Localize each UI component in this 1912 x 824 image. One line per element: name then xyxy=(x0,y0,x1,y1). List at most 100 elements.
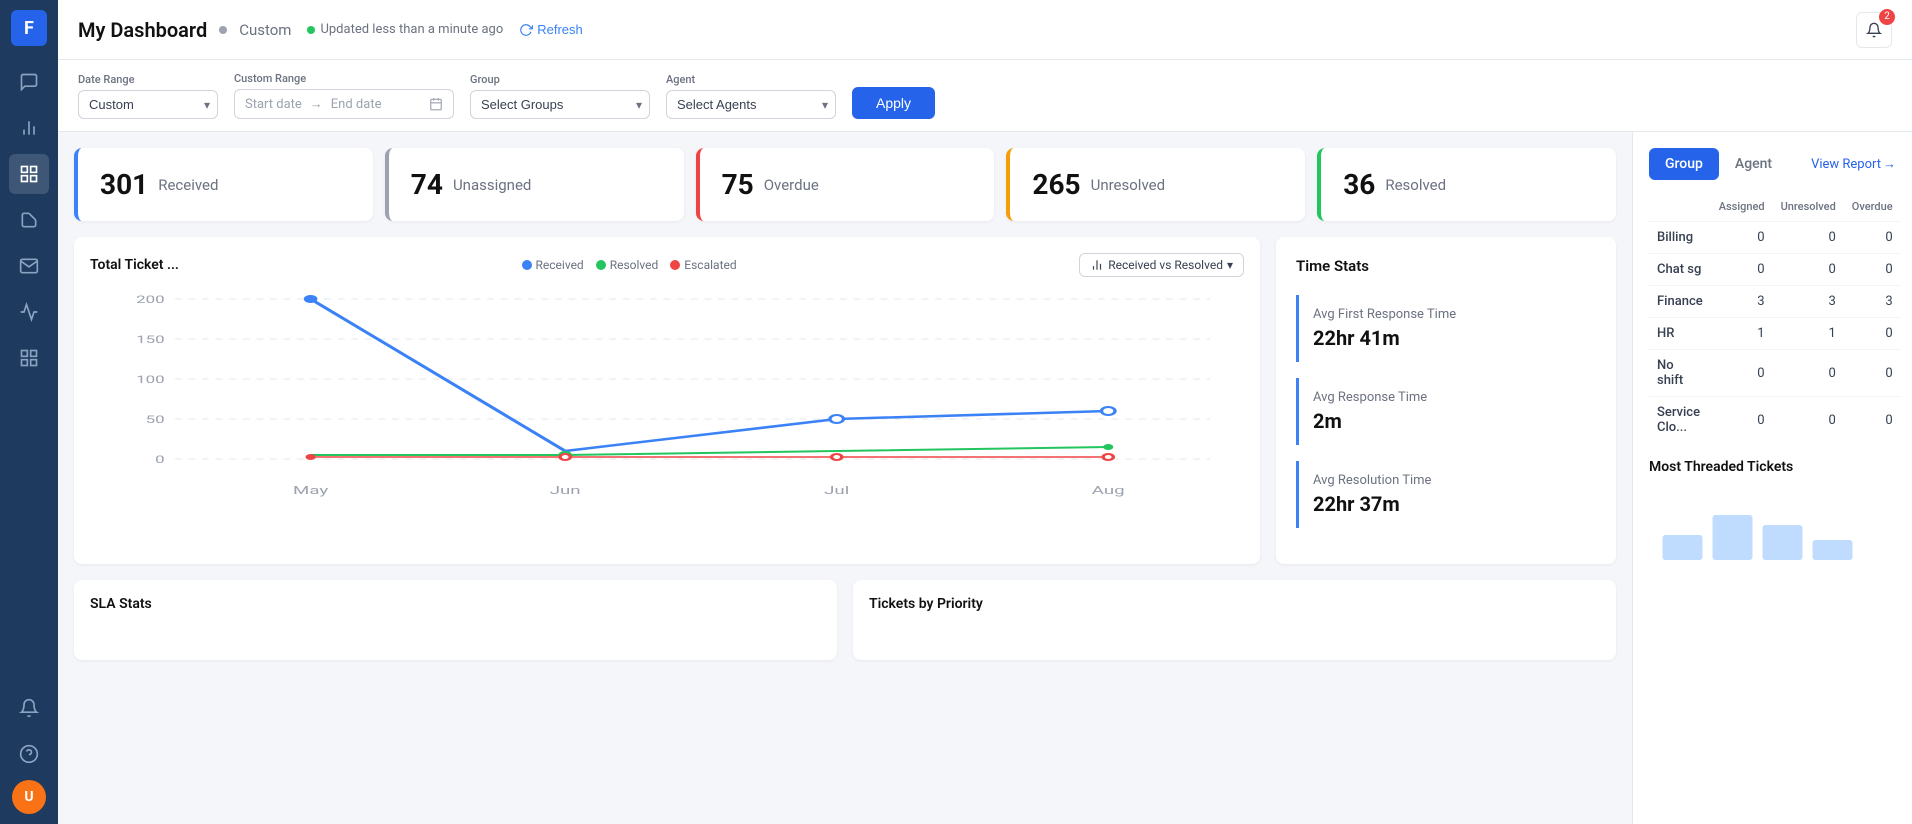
chart-dropdown[interactable]: Received vs Resolved ▾ xyxy=(1079,253,1244,277)
row-overdue-5: 0 xyxy=(1844,397,1901,444)
right-panel: Group Agent View Report → Assigned Unres… xyxy=(1632,132,1912,824)
legend-received-dot xyxy=(522,260,532,270)
avg-first-response-label: Avg First Response Time xyxy=(1313,307,1596,322)
row-assigned-5: 0 xyxy=(1711,397,1773,444)
stat-received: 301 Received xyxy=(74,148,373,221)
charts-row: Total Ticket ... Received Resolved xyxy=(74,237,1616,564)
stat-unresolved-number: 265 xyxy=(1032,168,1080,201)
sidebar: F U xyxy=(0,0,58,824)
sidebar-item-analytics[interactable] xyxy=(9,292,49,332)
sla-stats-card: SLA Stats xyxy=(74,580,837,660)
filter-bar: Date Range Custom Today This Week This M… xyxy=(58,60,1912,132)
sidebar-item-help[interactable] xyxy=(9,734,49,774)
row-overdue-2: 3 xyxy=(1844,286,1901,318)
date-range-input[interactable]: Start date → End date xyxy=(234,89,454,119)
stat-unassigned-label: Unassigned xyxy=(453,176,531,194)
avg-response-value: 2m xyxy=(1313,409,1596,433)
app-logo[interactable]: F xyxy=(11,10,47,46)
svg-text:Jun: Jun xyxy=(550,484,581,497)
avg-resolution-value: 22hr 37m xyxy=(1313,492,1596,516)
stat-overdue-label: Overdue xyxy=(764,176,819,194)
avg-first-response-value: 22hr 41m xyxy=(1313,326,1596,350)
chart-title: Total Ticket ... xyxy=(90,257,179,273)
row-unresolved-2: 3 xyxy=(1773,286,1844,318)
avg-resolution-label: Avg Resolution Time xyxy=(1313,473,1596,488)
chart-svg-area: 200 150 100 50 0 May Jun Jul Aug xyxy=(90,289,1244,513)
view-report-link[interactable]: View Report → xyxy=(1811,156,1896,172)
most-threaded-title: Most Threaded Tickets xyxy=(1649,459,1896,475)
avg-response-label: Avg Response Time xyxy=(1313,390,1596,405)
table-row: Chat sg 0 0 0 xyxy=(1649,254,1901,286)
table-header-row: Assigned Unresolved Overdue xyxy=(1649,196,1901,222)
tab-group[interactable]: Group xyxy=(1649,148,1719,180)
legend-escalated-dot xyxy=(670,260,680,270)
svg-text:50: 50 xyxy=(146,414,165,425)
sidebar-item-barchart[interactable] xyxy=(9,108,49,148)
svg-text:Jul: Jul xyxy=(824,484,849,497)
table-row: Service Clo... 0 0 0 xyxy=(1649,397,1901,444)
row-assigned-3: 1 xyxy=(1711,318,1773,350)
row-assigned-4: 0 xyxy=(1711,350,1773,397)
arrow-right-icon: → xyxy=(1883,156,1896,172)
stat-resolved: 36 Resolved xyxy=(1317,148,1616,221)
sidebar-item-dashboard[interactable] xyxy=(9,154,49,194)
row-name-0: Billing xyxy=(1649,222,1711,254)
refresh-label: Refresh xyxy=(537,22,583,37)
header-separator xyxy=(219,26,227,34)
svg-text:200: 200 xyxy=(136,294,165,305)
stat-unassigned-number: 74 xyxy=(411,168,443,201)
row-overdue-3: 0 xyxy=(1844,318,1901,350)
status-indicator xyxy=(307,26,315,34)
svg-text:150: 150 xyxy=(136,334,165,345)
page-header: My Dashboard Custom Updated less than a … xyxy=(58,0,1912,60)
time-stats-title: Time Stats xyxy=(1296,257,1596,275)
content-main: 301 Received 74 Unassigned 75 Overdue 26… xyxy=(58,132,1632,824)
row-unresolved-0: 0 xyxy=(1773,222,1844,254)
sidebar-item-chat[interactable] xyxy=(9,62,49,102)
row-unresolved-1: 0 xyxy=(1773,254,1844,286)
group-table: Assigned Unresolved Overdue Billing 0 0 … xyxy=(1649,196,1901,443)
agent-label: Agent xyxy=(666,73,836,86)
col-assigned: Assigned xyxy=(1711,196,1773,222)
date-range-label: Date Range xyxy=(78,73,218,86)
table-row: HR 1 1 0 xyxy=(1649,318,1901,350)
legend-resolved-dot xyxy=(596,260,606,270)
user-avatar[interactable]: U xyxy=(12,780,46,814)
apply-button[interactable]: Apply xyxy=(852,87,935,119)
row-unresolved-4: 0 xyxy=(1773,350,1844,397)
legend-received-label: Received xyxy=(536,258,584,272)
line-chart-svg: 200 150 100 50 0 May Jun Jul Aug xyxy=(90,289,1244,509)
sidebar-item-message[interactable] xyxy=(9,246,49,286)
chart-legend: Received Resolved Escalated xyxy=(522,258,737,272)
group-select-wrapper: Select Groups xyxy=(470,90,650,119)
stat-resolved-label: Resolved xyxy=(1385,176,1446,194)
group-select[interactable]: Select Groups xyxy=(470,90,650,119)
row-assigned-1: 0 xyxy=(1711,254,1773,286)
row-assigned-0: 0 xyxy=(1711,222,1773,254)
avg-response: Avg Response Time 2m xyxy=(1296,378,1596,445)
notification-button[interactable]: 2 xyxy=(1856,12,1892,48)
col-name xyxy=(1649,196,1711,222)
sidebar-item-bell[interactable] xyxy=(9,688,49,728)
page-title: My Dashboard xyxy=(78,18,207,42)
sidebar-item-ticket[interactable] xyxy=(9,200,49,240)
table-row: Billing 0 0 0 xyxy=(1649,222,1901,254)
time-stats-card: Time Stats Avg First Response Time 22hr … xyxy=(1276,237,1616,564)
row-name-4: No shift xyxy=(1649,350,1711,397)
tab-agent[interactable]: Agent xyxy=(1719,148,1788,180)
custom-range-filter: Custom Range Start date → End date xyxy=(234,72,454,119)
agent-select[interactable]: Select Agents xyxy=(666,90,836,119)
refresh-button[interactable]: Refresh xyxy=(519,22,583,37)
stats-row: 301 Received 74 Unassigned 75 Overdue 26… xyxy=(74,148,1616,221)
svg-text:Aug: Aug xyxy=(1092,484,1125,497)
sidebar-item-grid[interactable] xyxy=(9,338,49,378)
row-overdue-0: 0 xyxy=(1844,222,1901,254)
legend-escalated: Escalated xyxy=(670,258,736,272)
group-filter: Group Select Groups xyxy=(470,73,650,119)
stat-unresolved: 265 Unresolved xyxy=(1006,148,1305,221)
avg-first-response: Avg First Response Time 22hr 41m xyxy=(1296,295,1596,362)
tickets-by-priority-card: Tickets by Priority xyxy=(853,580,1616,660)
row-name-3: HR xyxy=(1649,318,1711,350)
most-threaded-chart xyxy=(1649,485,1896,565)
date-range-select[interactable]: Custom Today This Week This Month xyxy=(78,90,218,119)
